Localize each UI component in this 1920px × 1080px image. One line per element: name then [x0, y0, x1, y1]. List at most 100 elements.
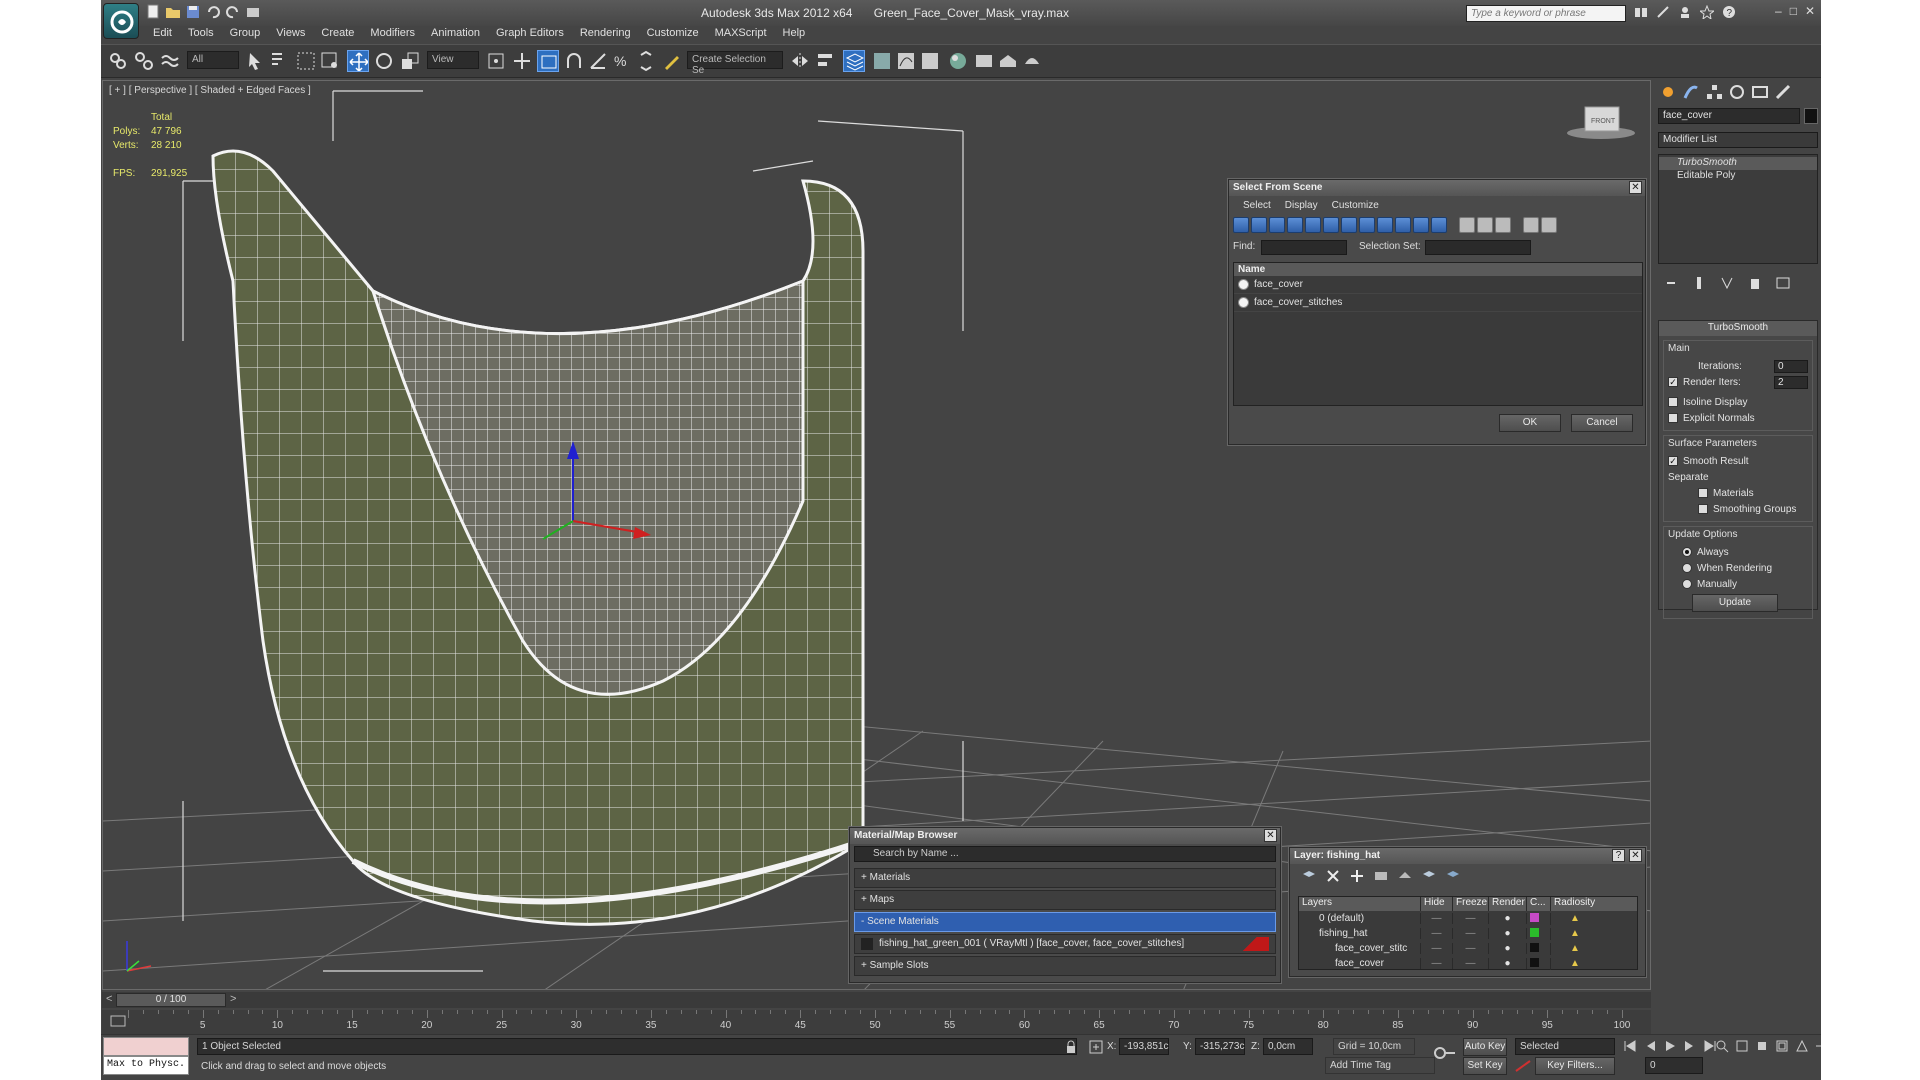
layer-row[interactable]: face_cover — — ● ▲ [1299, 956, 1637, 971]
radiosity-icon[interactable]: ▲ [1551, 913, 1599, 924]
cancel-button[interactable]: Cancel [1571, 414, 1633, 432]
select-and-scale-icon[interactable] [399, 50, 421, 72]
display-lights-icon[interactable] [1269, 217, 1285, 233]
next-frame-icon[interactable]: > [230, 993, 236, 1005]
selection-lock-icon[interactable] [1065, 1040, 1077, 1054]
z-coordinate-field[interactable]: 0,0cm [1263, 1038, 1313, 1055]
graphite-modeling-tools-icon[interactable] [871, 50, 893, 72]
separate-smoothing-groups-checkbox[interactable] [1698, 504, 1708, 514]
layer-color-swatch[interactable] [1527, 927, 1551, 940]
render-setup-icon[interactable] [973, 50, 995, 72]
reference-coordinate-dropdown[interactable]: View [427, 51, 479, 69]
layer-help-button[interactable]: ? [1612, 849, 1625, 862]
hide-toggle[interactable]: — [1421, 928, 1453, 939]
render-teapot-icon[interactable]: ● [1489, 913, 1527, 924]
hide-toggle[interactable]: — [1421, 943, 1453, 954]
display-space-warps-icon[interactable] [1323, 217, 1339, 233]
layer-row[interactable]: 0 (default) — — ● ▲ [1299, 911, 1637, 926]
display-xrefs-icon[interactable] [1359, 217, 1375, 233]
key-mode-dropdown[interactable]: Selected [1515, 1038, 1615, 1055]
update-manually-radio[interactable] [1682, 579, 1692, 589]
schematic-view-icon[interactable] [919, 50, 941, 72]
angle-snap-icon[interactable] [587, 50, 609, 72]
freeze-all-layers-icon[interactable] [1446, 869, 1460, 883]
add-to-layer-icon[interactable] [1350, 869, 1364, 883]
rollout-header[interactable]: TurboSmooth [1659, 321, 1817, 336]
sample-slots-group[interactable]: + Sample Slots [854, 956, 1276, 976]
display-helpers-icon[interactable] [1305, 217, 1321, 233]
display-groups-icon[interactable] [1341, 217, 1357, 233]
create-layer-icon[interactable] [1302, 869, 1316, 883]
time-slider[interactable]: < 0 / 100 > [102, 992, 1651, 1008]
menu-tools[interactable]: Tools [180, 26, 222, 44]
find-input[interactable] [1261, 240, 1347, 255]
play-icon[interactable] [1663, 1039, 1677, 1053]
rendered-frame-window-icon[interactable] [997, 50, 1019, 72]
binoculars-icon[interactable] [1634, 5, 1648, 19]
menu-rendering[interactable]: Rendering [572, 26, 639, 44]
radiosity-icon[interactable]: ▲ [1551, 928, 1599, 939]
object-name-field[interactable]: face_cover [1658, 108, 1800, 124]
rectangular-selection-icon[interactable] [295, 50, 317, 72]
next-key-icon[interactable] [1683, 1039, 1697, 1053]
display-bones-icon[interactable] [1377, 217, 1393, 233]
app-logo-icon[interactable] [103, 3, 139, 39]
show-end-result-icon[interactable] [1692, 276, 1706, 290]
pivot-center-icon[interactable] [485, 50, 507, 72]
current-frame-field[interactable]: 0 [1645, 1057, 1703, 1074]
display-containers-icon[interactable] [1395, 217, 1411, 233]
hide-all-layers-icon[interactable] [1422, 869, 1436, 883]
time-slider-thumb[interactable]: 0 / 100 [116, 993, 226, 1007]
menu-help[interactable]: Help [775, 26, 814, 44]
previous-key-icon[interactable] [1643, 1039, 1657, 1053]
material-entry[interactable]: fishing_hat_green_001 ( VRayMtl ) [face_… [854, 934, 1276, 954]
menu-graph-editors[interactable]: Graph Editors [488, 26, 572, 44]
selection-set-dropdown[interactable] [1425, 240, 1531, 255]
x-coordinate-field[interactable]: -193,851c [1119, 1038, 1169, 1055]
render-teapot-icon[interactable]: ● [1489, 958, 1527, 969]
bind-space-warp-icon[interactable] [159, 50, 181, 72]
hide-toggle[interactable]: — [1421, 913, 1453, 924]
highlight-layer-icon[interactable] [1398, 869, 1412, 883]
prev-frame-icon[interactable]: < [106, 993, 112, 1005]
list-item[interactable]: face_cover_stitches [1234, 294, 1642, 312]
project-folder-icon[interactable] [245, 4, 261, 20]
maps-group[interactable]: + Maps [854, 890, 1276, 910]
mirror-icon[interactable] [789, 50, 811, 72]
menu-modifiers[interactable]: Modifiers [362, 26, 423, 44]
material-search-input[interactable]: Search by Name ... [854, 846, 1276, 862]
unlink-icon[interactable] [133, 50, 155, 72]
layer-manager-title[interactable]: Layer: fishing_hat [1290, 848, 1645, 864]
display-frozen-icon[interactable] [1413, 217, 1429, 233]
explicit-normals-checkbox[interactable] [1668, 413, 1678, 423]
layer-color-swatch[interactable] [1527, 942, 1551, 955]
zoom-extents-icon[interactable] [1755, 1039, 1769, 1053]
column-name[interactable]: Name [1234, 263, 1642, 276]
percent-snap-icon[interactable]: % [611, 50, 633, 72]
delete-layer-icon[interactable] [1326, 869, 1340, 883]
named-selection-set-dropdown[interactable]: Create Selection Se [687, 51, 783, 76]
menu-maxscript[interactable]: MAXScript [707, 26, 775, 44]
col-radiosity[interactable]: Radiosity [1551, 897, 1599, 911]
pin-stack-icon[interactable] [1664, 276, 1678, 290]
display-none-icon[interactable] [1477, 217, 1493, 233]
col-render[interactable]: Render [1489, 897, 1527, 911]
browser-title[interactable]: Material/Map Browser [850, 828, 1280, 844]
modify-tab-icon[interactable] [1683, 84, 1700, 101]
freeze-toggle[interactable]: — [1453, 943, 1489, 954]
curve-editor-icon[interactable] [895, 50, 917, 72]
add-time-tag[interactable]: Add Time Tag [1325, 1057, 1435, 1074]
menu-create[interactable]: Create [313, 26, 362, 44]
display-hidden-icon[interactable] [1431, 217, 1447, 233]
pan-view-icon[interactable] [1815, 1039, 1821, 1053]
zoom-icon[interactable] [1715, 1039, 1729, 1053]
materials-group[interactable]: + Materials [854, 868, 1276, 888]
layer-row[interactable]: fishing_hat — — ● ▲ [1299, 926, 1637, 941]
spinner-snap-icon[interactable] [635, 50, 657, 72]
col-freeze[interactable]: Freeze [1453, 897, 1489, 911]
default-in-out-tangent-icon[interactable] [1515, 1059, 1531, 1073]
favorites-star-icon[interactable] [1700, 5, 1714, 19]
update-button[interactable]: Update [1692, 594, 1778, 612]
render-iters-checkbox[interactable]: ✓ [1668, 377, 1678, 387]
layer-close-button[interactable]: ✕ [1629, 849, 1642, 862]
